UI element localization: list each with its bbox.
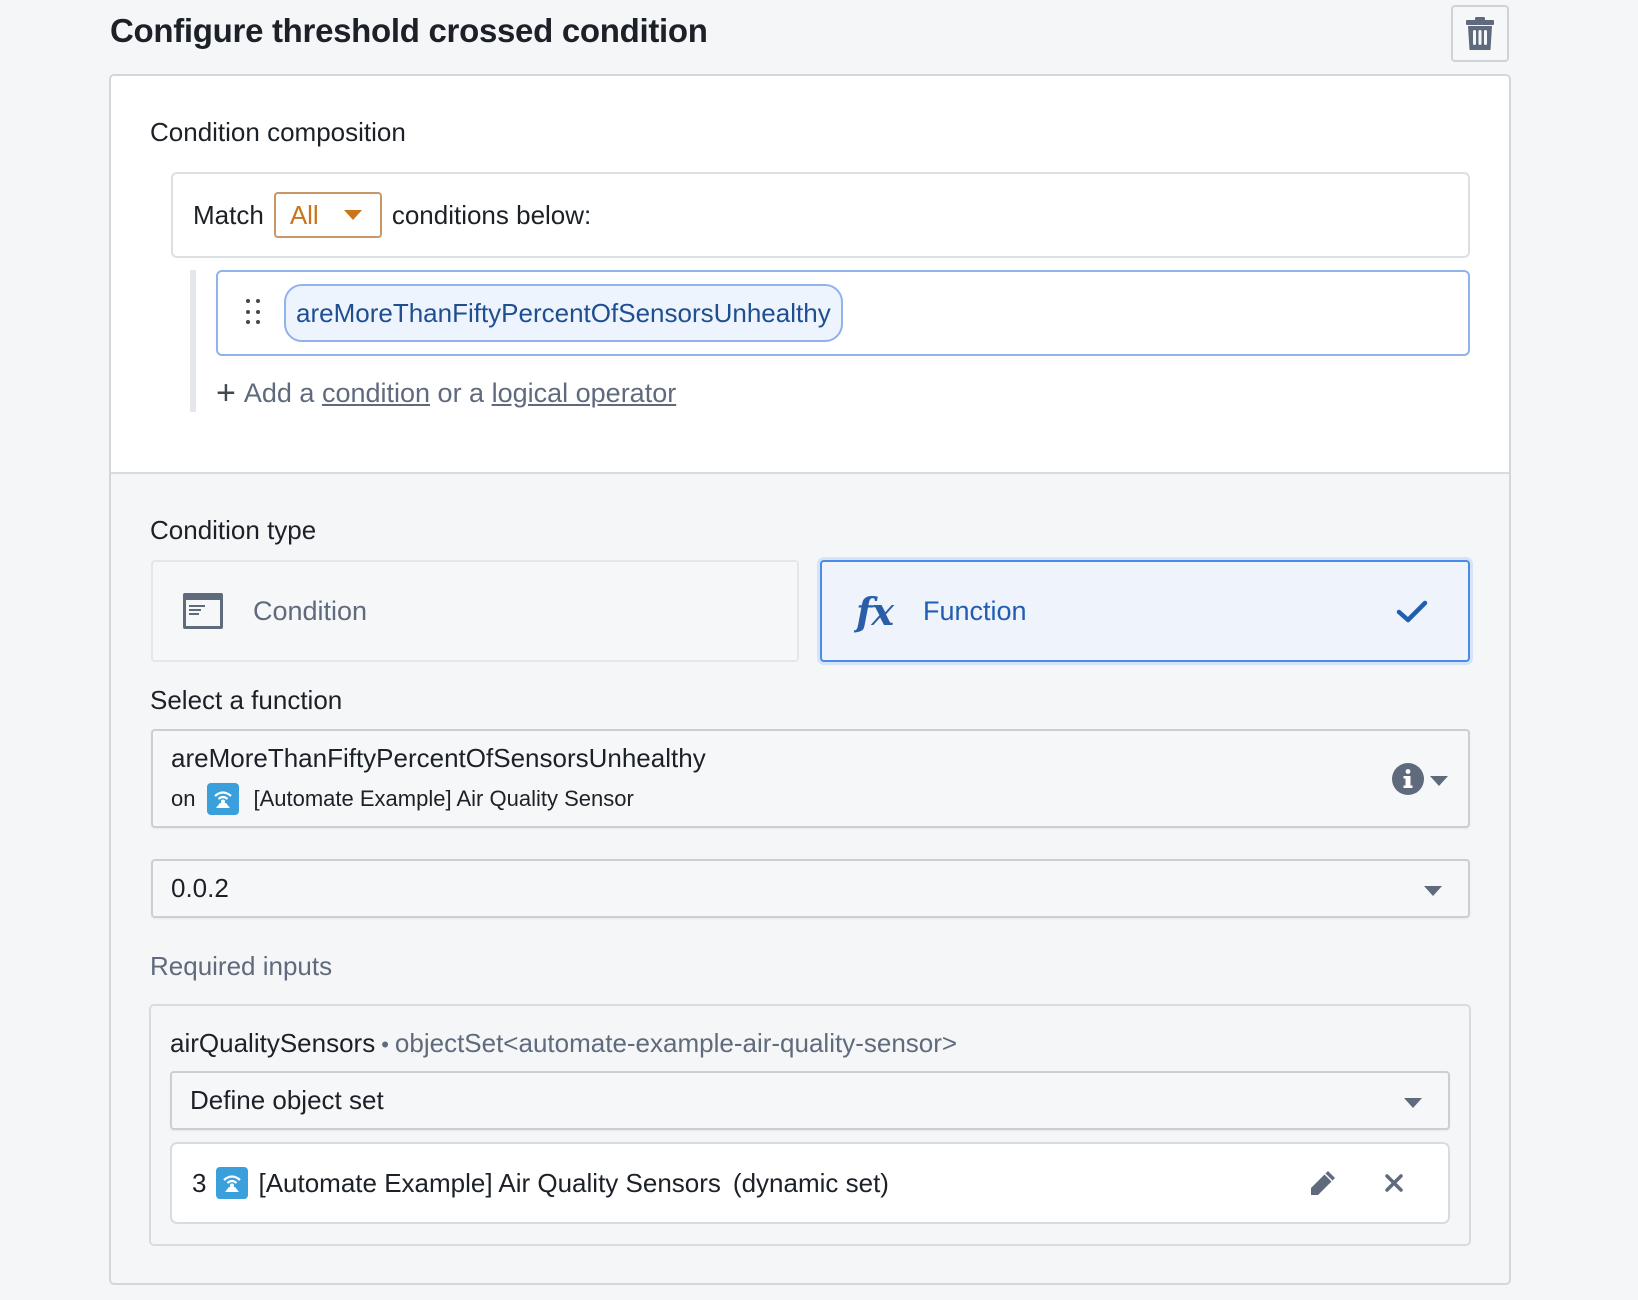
object-set-mode-select[interactable]: Define object set: [170, 1071, 1450, 1130]
page-title: Configure threshold crossed condition: [110, 12, 708, 49]
object-type-name: [Automate Example] Air Quality Sensor: [253, 786, 634, 811]
input-type: objectSet<automate-example-air-quality-s…: [394, 1028, 958, 1058]
function-select[interactable]: areMoreThanFiftyPercentOfSensorsUnhealth…: [151, 729, 1470, 828]
function-name: areMoreThanFiftyPercentOfSensorsUnhealth…: [171, 743, 706, 773]
select-function-label: Select a function: [150, 685, 343, 715]
version-value: 0.0.2: [171, 873, 229, 903]
match-prefix: Match: [193, 199, 264, 230]
caret-down-icon: [1430, 776, 1448, 786]
pencil-icon[interactable]: [1308, 1168, 1338, 1198]
sensor-icon: [207, 783, 240, 815]
on-label: on: [171, 786, 196, 811]
condition-chip-label: areMoreThanFiftyPercentOfSensorsUnhealth…: [296, 297, 831, 328]
caret-down-icon: [343, 210, 362, 220]
condition-type-label: Condition type: [150, 515, 317, 545]
caret-down-icon: [1424, 886, 1442, 896]
input-header: airQualitySensors • objectSet<automate-e…: [170, 1028, 957, 1059]
condition-chip[interactable]: areMoreThanFiftyPercentOfSensorsUnhealth…: [284, 284, 843, 342]
info-icon[interactable]: [1392, 763, 1424, 795]
condition-type-function-card[interactable]: fx Function: [820, 560, 1470, 662]
delete-button[interactable]: [1451, 5, 1509, 62]
composition-label: Condition composition: [150, 117, 406, 147]
object-set-card: 3 [Automate Example] Air Quality Sensors…: [170, 1142, 1450, 1224]
drag-handle-icon[interactable]: [246, 299, 260, 327]
match-select[interactable]: All: [273, 192, 382, 238]
nesting-bar: [190, 270, 196, 412]
add-row: + Add a condition or a logical operator: [216, 376, 676, 410]
condition-row[interactable]: areMoreThanFiftyPercentOfSensorsUnhealth…: [216, 270, 1470, 356]
form-icon: [183, 593, 223, 629]
object-set-kind: (dynamic set): [732, 1167, 889, 1198]
add-middle: or a: [437, 377, 485, 408]
match-value: All: [289, 199, 319, 230]
object-set-name: [Automate Example] Air Quality Sensors: [258, 1167, 721, 1198]
condition-type-condition-card[interactable]: Condition: [151, 560, 799, 662]
input-name: airQualitySensors: [170, 1028, 376, 1058]
condition-type-condition-label: Condition: [253, 595, 368, 626]
input-separator: •: [381, 1032, 389, 1057]
trash-icon: [1466, 16, 1494, 50]
sensor-icon: [216, 1167, 249, 1199]
add-prefix: Add a: [243, 377, 315, 408]
condition-type-function-label: Function: [923, 595, 1027, 626]
match-suffix: conditions below:: [391, 199, 592, 230]
object-set-count: 3: [192, 1167, 207, 1198]
close-icon[interactable]: [1384, 1173, 1404, 1193]
function-icon: fx: [856, 588, 894, 634]
caret-down-icon: [1404, 1098, 1422, 1108]
checkmark-icon: [1396, 600, 1428, 623]
object-set-mode-value: Define object set: [190, 1085, 384, 1115]
match-row: Match All conditions below:: [171, 172, 1470, 258]
add-condition-link[interactable]: condition: [322, 378, 430, 409]
function-object-type-row: on [Automate Example] Air Quality Sensor: [171, 783, 634, 815]
version-select[interactable]: 0.0.2: [151, 859, 1470, 918]
plus-icon: +: [216, 374, 236, 412]
add-logical-operator-link[interactable]: logical operator: [492, 378, 677, 409]
required-inputs-label: Required inputs: [150, 951, 333, 981]
